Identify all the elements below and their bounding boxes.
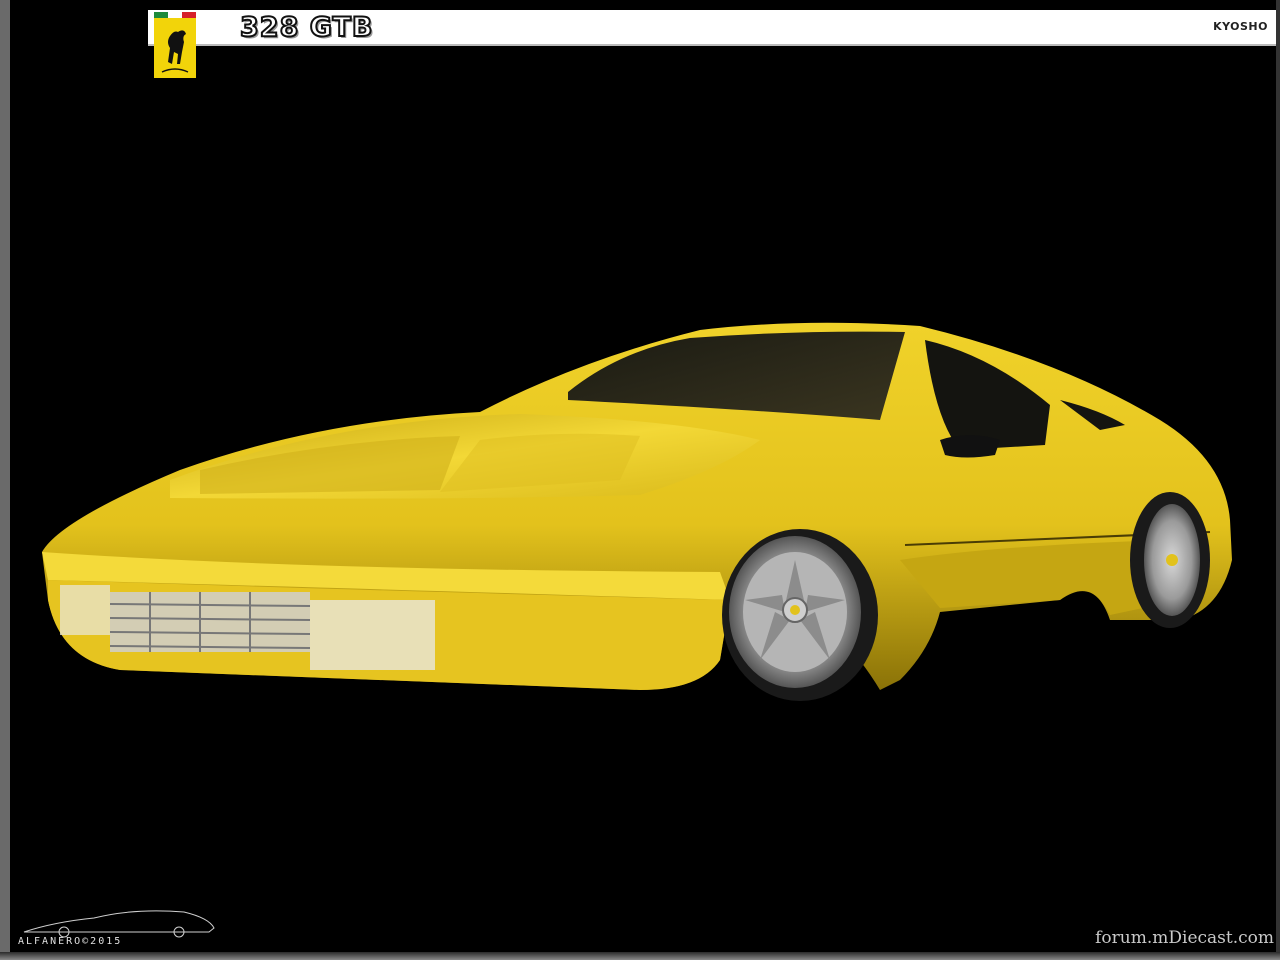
car-photo (42, 322, 1232, 701)
page-title: 328 GTB (239, 11, 374, 44)
car-mirror (940, 435, 1000, 458)
car-grille (110, 592, 310, 652)
signature: ALFANERO©2015 (14, 900, 224, 950)
ferrari-logo (154, 12, 196, 78)
car-light-right (310, 600, 435, 670)
car-silhouette-icon (23, 910, 215, 938)
car-light-left (60, 585, 110, 635)
watermark-text: forum.mDiecast.com (1095, 928, 1274, 948)
signature-text: ALFANERO©2015 (18, 936, 123, 947)
watermark: forum.mDiecast.com (1095, 928, 1274, 948)
maker-label: KYOSHO (1213, 20, 1268, 33)
title-bar: 328 GTB KYOSHO (148, 10, 1276, 46)
